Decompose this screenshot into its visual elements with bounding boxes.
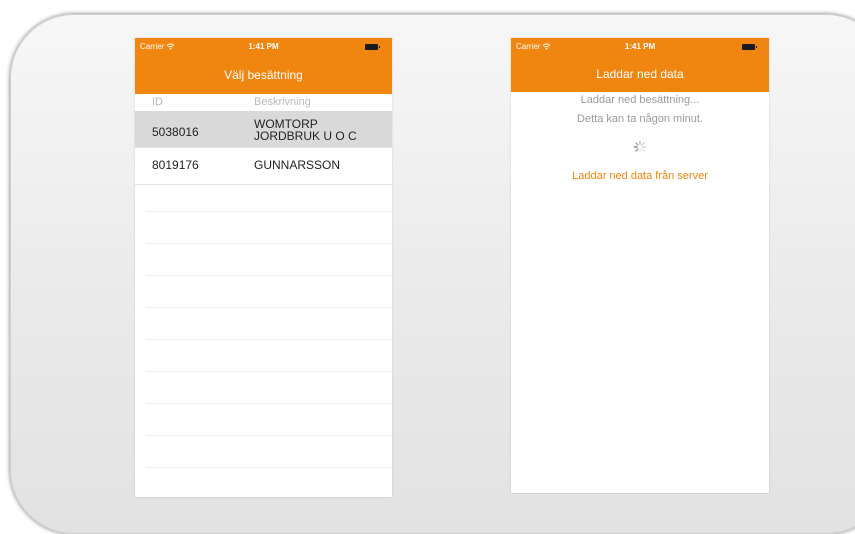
empty-row <box>146 371 392 404</box>
table-header: ID Beskrivning <box>135 94 392 108</box>
column-header-description: Beskrivning <box>254 96 311 108</box>
status-time: 1:41 PM <box>624 42 656 51</box>
download-data-screen: Carrier 1:41 PM Laddar ned data Laddar n… <box>511 38 769 493</box>
empty-row <box>146 179 392 212</box>
screen-title: Välj besättning <box>224 68 303 82</box>
row-id: 8019176 <box>152 158 199 172</box>
status-time: 1:41 PM <box>248 42 279 51</box>
battery-icon <box>742 44 757 50</box>
empty-row <box>146 307 392 340</box>
crew-select-screen: Carrier 1:41 PM Välj besättning ID Beskr… <box>135 38 392 497</box>
row-id: 5038016 <box>152 125 199 139</box>
battery-icon <box>365 44 380 50</box>
empty-row <box>146 339 392 372</box>
status-bar: Carrier 1:41 PM <box>135 41 392 54</box>
screen-title: Laddar ned data <box>596 67 684 81</box>
empty-row <box>146 403 392 436</box>
table-row[interactable]: 5038016 WOMTORP JORDBRUK U O C <box>135 111 392 148</box>
navigation-bar: Carrier 1:41 PM Välj besättning <box>135 38 392 94</box>
server-status-text: Laddar ned data från server <box>572 170 708 182</box>
navigation-bar: Carrier 1:41 PM Laddar ned data <box>511 38 769 92</box>
empty-row <box>146 275 392 308</box>
status-bar: Carrier 1:41 PM <box>511 41 769 54</box>
row-description: GUNNARSSON <box>254 158 341 172</box>
spinner-icon <box>633 140 647 154</box>
loading-hint: Detta kan ta någon minut. <box>577 113 703 125</box>
row-description: WOMTORP JORDBRUK U O C <box>254 117 357 143</box>
column-header-id: ID <box>152 96 163 108</box>
loading-message: Laddar ned besättning... <box>580 94 700 106</box>
empty-row <box>146 435 392 468</box>
empty-row <box>146 243 392 276</box>
empty-row <box>146 211 392 244</box>
